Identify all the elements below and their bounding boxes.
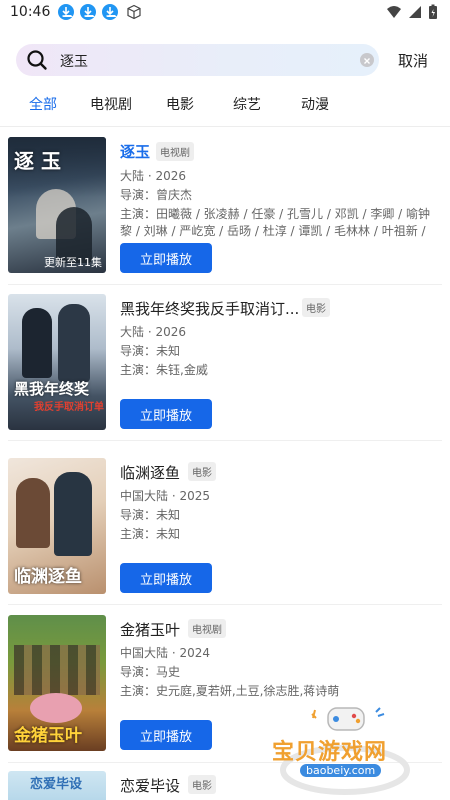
- poster-image[interactable]: 黑我年终奖 我反手取消订单: [8, 294, 106, 430]
- cube-icon: [127, 4, 141, 20]
- status-bar: 10:46: [0, 0, 450, 24]
- play-button[interactable]: 立即播放: [120, 563, 212, 593]
- type-badge: 电视剧: [188, 619, 226, 638]
- row-divider: [8, 284, 442, 285]
- item-region-year: 中国大陆 · 2025: [120, 489, 210, 503]
- category-tabs: 全部 电视剧 电影 综艺 动漫: [0, 94, 450, 116]
- item-cast: 主演：朱钰,金威: [120, 363, 208, 377]
- item-title[interactable]: 恋爱毕设: [120, 775, 180, 796]
- item-title[interactable]: 逐玉: [120, 141, 150, 162]
- search-row: 逐玉 取消: [16, 44, 436, 76]
- download-icon: [102, 4, 119, 20]
- row-divider: [8, 604, 442, 605]
- clock: 10:46: [10, 4, 51, 20]
- poster-image[interactable]: 金猪玉叶: [8, 615, 106, 751]
- item-cast: 主演：田曦薇 / 张凌赫 / 任豪 / 孔雪儿 / 邓凯 / 李卿 / 喻钟黎 …: [120, 207, 431, 238]
- signal-icon: [409, 6, 421, 18]
- tabs-divider: [0, 126, 450, 127]
- tab-variety[interactable]: 综艺: [233, 94, 261, 114]
- tab-movies[interactable]: 电影: [166, 94, 194, 114]
- tab-anime[interactable]: 动漫: [301, 94, 329, 114]
- site-watermark: 宝贝游戏网 baobeiy.com: [270, 700, 420, 795]
- item-cast: 主演：未知: [120, 527, 181, 541]
- watermark-name: 宝贝游戏网: [272, 740, 388, 765]
- watermark-url: baobeiy.com: [300, 764, 382, 777]
- play-button[interactable]: 立即播放: [120, 399, 212, 429]
- tab-all[interactable]: 全部: [29, 94, 57, 114]
- tab-tv-series[interactable]: 电视剧: [90, 94, 132, 114]
- type-badge: 电影: [302, 298, 330, 317]
- poster-image[interactable]: 临渊逐鱼: [8, 458, 106, 594]
- item-director: 导演：未知: [120, 508, 181, 522]
- item-cast: 主演：史元庭,夏若妍,土豆,徐志胜,蒋诗萌: [120, 684, 340, 698]
- type-badge: 电影: [188, 775, 216, 794]
- item-director: 导演：未知: [120, 344, 181, 358]
- item-director: 导演：马史: [120, 665, 181, 679]
- item-region-year: 大陆 · 2026: [120, 325, 186, 339]
- search-input[interactable]: 逐玉: [16, 44, 379, 76]
- cancel-button[interactable]: 取消: [398, 50, 428, 71]
- item-title[interactable]: 黑我年终奖我反手取消订...: [120, 298, 299, 319]
- item-title[interactable]: 临渊逐鱼: [120, 462, 180, 483]
- row-divider: [8, 440, 442, 441]
- type-badge: 电影: [188, 462, 216, 481]
- battery-icon: [429, 4, 437, 19]
- search-icon: [27, 50, 47, 70]
- wifi-icon: [387, 6, 401, 18]
- item-region-year: 大陆 · 2026: [120, 169, 186, 183]
- download-icon: [58, 4, 75, 20]
- play-button[interactable]: 立即播放: [120, 720, 212, 750]
- download-icon: [80, 4, 97, 20]
- type-badge: 电视剧: [156, 142, 194, 161]
- poster-image[interactable]: 逐 玉 更新至11集: [8, 137, 106, 273]
- item-title[interactable]: 金猪玉叶: [120, 619, 180, 640]
- poster-caption: 更新至11集: [44, 256, 102, 269]
- play-button[interactable]: 立即播放: [120, 243, 212, 273]
- search-query: 逐玉: [60, 54, 88, 70]
- item-region-year: 中国大陆 · 2024: [120, 646, 210, 660]
- clear-icon[interactable]: [360, 53, 374, 67]
- poster-image[interactable]: 恋爱毕设: [8, 771, 106, 800]
- item-director: 导演：曾庆杰: [120, 188, 193, 202]
